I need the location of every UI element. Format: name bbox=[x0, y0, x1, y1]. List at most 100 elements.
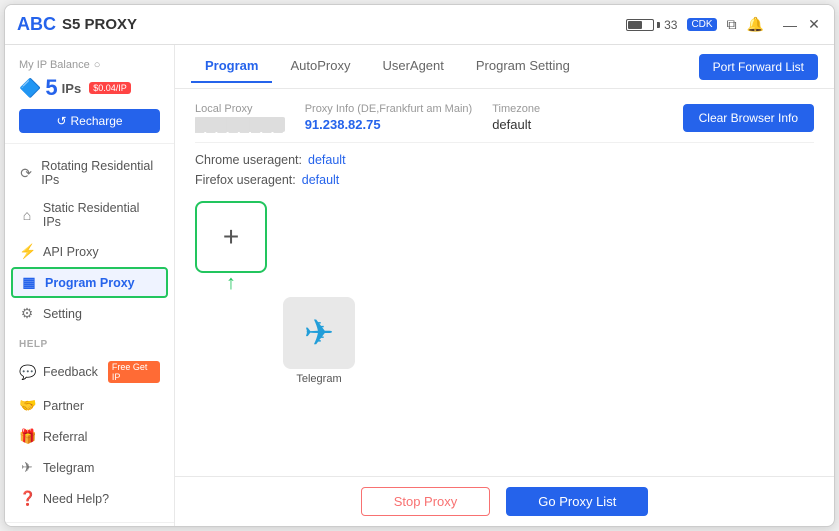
stop-proxy-button[interactable]: Stop Proxy bbox=[361, 487, 491, 516]
sidebar-item-setting[interactable]: ⚙ Setting bbox=[5, 298, 174, 329]
sidebar-item-needhelp[interactable]: ❓ Need Help? bbox=[5, 483, 174, 514]
ip-icon: 🔷 bbox=[19, 78, 41, 99]
timezone-col: Timezone default bbox=[492, 103, 540, 132]
sidebar-item-label: Program Proxy bbox=[45, 276, 135, 290]
sidebar-item-label: Referral bbox=[43, 430, 87, 444]
ip-unit: IPs bbox=[62, 81, 82, 96]
sidebar-item-api[interactable]: ⚡ API Proxy bbox=[5, 236, 174, 267]
add-program-button[interactable]: + bbox=[195, 201, 267, 273]
firefox-useragent-row: Firefox useragent: default bbox=[195, 173, 814, 187]
telegram-program-label: Telegram bbox=[296, 373, 341, 385]
help-icon: ❓ bbox=[19, 490, 35, 507]
partner-icon: 🤝 bbox=[19, 397, 35, 414]
sidebar-item-static[interactable]: ⌂ Static Residential IPs bbox=[5, 194, 174, 236]
content-area: Program AutoProxy UserAgent Program Sett… bbox=[175, 45, 834, 526]
cdk-badge[interactable]: CDK bbox=[687, 18, 716, 31]
programs-area: + ↑ ✈ Telegram bbox=[195, 193, 814, 385]
timezone-label: Timezone bbox=[492, 103, 540, 115]
rotating-icon: ⟳ bbox=[19, 165, 33, 182]
help-section-label: HELP bbox=[5, 329, 174, 354]
tab-bar: Program AutoProxy UserAgent Program Sett… bbox=[175, 45, 834, 89]
window-controls: — ✕ bbox=[782, 17, 822, 33]
go-proxy-list-button[interactable]: Go Proxy List bbox=[506, 487, 648, 516]
copy-icon[interactable]: ⧉ bbox=[727, 16, 737, 33]
sidebar-item-referral[interactable]: 🎁 Referral bbox=[5, 421, 174, 452]
ip-balance-value: 🔷 5 IPs $0.04/IP bbox=[19, 75, 160, 101]
app-logo: ABC S5 PROXY bbox=[17, 14, 137, 35]
proxy-info-label: Proxy Info (DE,Frankfurt am Main) bbox=[305, 103, 473, 115]
firefox-ua-value[interactable]: default bbox=[302, 173, 340, 187]
chrome-useragent-row: Chrome useragent: default bbox=[195, 153, 814, 167]
sidebar-item-label: Setting bbox=[43, 307, 82, 321]
api-icon: ⚡ bbox=[19, 243, 35, 260]
sidebar-item-rotating[interactable]: ⟳ Rotating Residential IPs bbox=[5, 152, 174, 194]
timezone-value: default bbox=[492, 117, 540, 132]
add-program-wrapper: + ↑ bbox=[195, 201, 267, 273]
sidebar-footer: www.abcproxy.com V1.2.1 状態：运行 bbox=[5, 522, 174, 526]
titlebar-right: 33 CDK ⧉ 🔔 — ✕ bbox=[626, 16, 822, 33]
local-proxy-value: ████████ bbox=[195, 117, 285, 132]
chrome-ua-label: Chrome useragent: bbox=[195, 153, 302, 167]
price-badge: $0.04/IP bbox=[89, 82, 131, 94]
green-arrow-icon: ↑ bbox=[226, 272, 236, 295]
feedback-icon: 💬 bbox=[19, 364, 35, 381]
sidebar-item-program[interactable]: ▦ Program Proxy bbox=[11, 267, 168, 298]
battery-level: 33 bbox=[664, 18, 677, 32]
free-get-ip-badge: Free Get IP bbox=[108, 361, 160, 383]
app-window: ABC S5 PROXY 33 CDK ⧉ 🔔 — ✕ bbox=[4, 4, 835, 527]
nav-section: ⟳ Rotating Residential IPs ⌂ Static Resi… bbox=[5, 144, 174, 522]
sidebar-item-feedback[interactable]: 💬 Feedback Free Get IP bbox=[5, 354, 174, 390]
local-proxy-label: Local Proxy bbox=[195, 103, 285, 115]
refresh-icon[interactable]: ○ bbox=[94, 59, 101, 71]
telegram-program-item[interactable]: ✈ Telegram bbox=[283, 297, 355, 385]
telegram-icon-box: ✈ bbox=[283, 297, 355, 369]
logo-icon: ABC bbox=[17, 14, 56, 35]
battery-bar bbox=[626, 19, 654, 31]
proxy-info-row: Local Proxy ████████ Proxy Info (DE,Fran… bbox=[195, 103, 814, 143]
referral-icon: 🎁 bbox=[19, 428, 35, 445]
bottom-bar: Stop Proxy Go Proxy List bbox=[175, 476, 834, 526]
tab-right: Port Forward List bbox=[699, 54, 818, 80]
app-title: S5 PROXY bbox=[62, 16, 137, 33]
recharge-icon: ↺ bbox=[56, 114, 66, 128]
sidebar-item-label: Need Help? bbox=[43, 492, 109, 506]
battery-tip bbox=[657, 22, 660, 28]
local-proxy-col: Local Proxy ████████ bbox=[195, 103, 285, 132]
battery-status: 33 bbox=[626, 18, 677, 32]
battery-fill bbox=[628, 21, 642, 29]
sidebar-item-telegram[interactable]: ✈ Telegram bbox=[5, 452, 174, 483]
recharge-button[interactable]: ↺ Recharge bbox=[19, 109, 160, 133]
title-bar: ABC S5 PROXY 33 CDK ⧉ 🔔 — ✕ bbox=[5, 5, 834, 45]
port-forward-button[interactable]: Port Forward List bbox=[699, 54, 818, 80]
clear-browser-button[interactable]: Clear Browser Info bbox=[683, 104, 814, 132]
proxy-info-col: Proxy Info (DE,Frankfurt am Main) 91.238… bbox=[305, 103, 473, 132]
sidebar-item-label: API Proxy bbox=[43, 245, 99, 259]
sidebar-item-partner[interactable]: 🤝 Partner bbox=[5, 390, 174, 421]
setting-icon: ⚙ bbox=[19, 305, 35, 322]
ip-balance-label: My IP Balance ○ bbox=[19, 59, 160, 71]
plus-icon: + bbox=[223, 221, 239, 253]
telegram-program-icon: ✈ bbox=[304, 312, 334, 354]
static-icon: ⌂ bbox=[19, 207, 35, 223]
proxy-info-value: 91.238.82.75 bbox=[305, 117, 473, 132]
ip-count: 5 bbox=[45, 75, 57, 101]
bell-icon[interactable]: 🔔 bbox=[747, 16, 764, 33]
firefox-ua-label: Firefox useragent: bbox=[195, 173, 296, 187]
main-layout: My IP Balance ○ 🔷 5 IPs $0.04/IP ↺ Recha… bbox=[5, 45, 834, 526]
sidebar-item-label: Partner bbox=[43, 399, 84, 413]
sidebar-item-label: Telegram bbox=[43, 461, 94, 475]
close-button[interactable]: ✕ bbox=[806, 17, 822, 33]
battery-icon bbox=[626, 19, 660, 31]
sidebar: My IP Balance ○ 🔷 5 IPs $0.04/IP ↺ Recha… bbox=[5, 45, 175, 526]
account-section: My IP Balance ○ 🔷 5 IPs $0.04/IP ↺ Recha… bbox=[5, 45, 174, 144]
tab-autoproxy[interactable]: AutoProxy bbox=[276, 50, 364, 83]
sidebar-item-label: Rotating Residential IPs bbox=[41, 159, 160, 187]
tab-useragent[interactable]: UserAgent bbox=[368, 50, 457, 83]
tab-programsetting[interactable]: Program Setting bbox=[462, 50, 584, 83]
telegram-icon: ✈ bbox=[19, 459, 35, 476]
program-icon: ▦ bbox=[21, 274, 37, 291]
tab-program[interactable]: Program bbox=[191, 50, 272, 83]
chrome-ua-value[interactable]: default bbox=[308, 153, 346, 167]
sidebar-item-label: Feedback bbox=[43, 365, 98, 379]
minimize-button[interactable]: — bbox=[782, 17, 798, 33]
